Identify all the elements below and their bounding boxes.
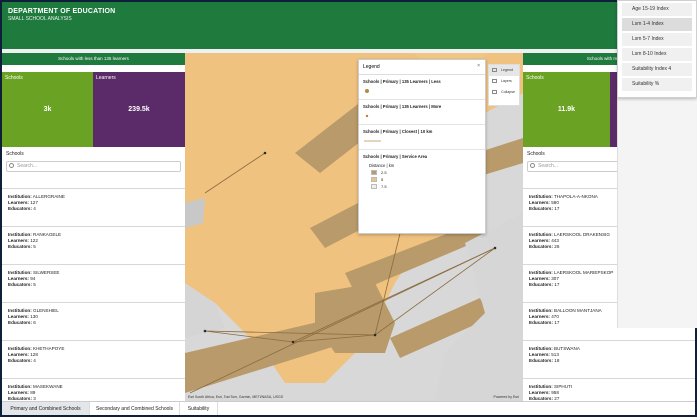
- swatch-icon: [371, 170, 377, 175]
- left-schools-tile: Schools 3k: [2, 72, 93, 147]
- point-symbol-icon: [363, 87, 481, 95]
- legend-section-less: Schools | Primary | 135 Learners | Less: [359, 75, 485, 100]
- close-icon[interactable]: ×: [477, 63, 480, 69]
- search-icon: [9, 163, 14, 168]
- legend-section-title: Schools | Primary | Closest | 10 km: [363, 129, 433, 134]
- dropdown-option[interactable]: Suitability %: [622, 78, 692, 91]
- left-kpi-tiles: Schools 3k Learners 239.5k: [2, 72, 185, 147]
- legend-icon: [492, 68, 497, 72]
- right-schools-tile: Schools 11.9k: [523, 72, 610, 147]
- list-item[interactable]: Institution: SIPHUTI Learners: 958 Educato…: [523, 378, 695, 401]
- tile-value: 3k: [43, 106, 52, 113]
- tile-value: 239.5k: [128, 106, 150, 113]
- legend-section-service-area: Schools | Primary | Service Area Distanc…: [359, 150, 485, 195]
- header-subtitle: SMALL SCHOOL ANALYSIS: [8, 16, 72, 22]
- legend-row: 2.5: [371, 170, 481, 175]
- distance-label: Distance | km: [369, 163, 395, 168]
- line-symbol-icon: [363, 137, 481, 145]
- search-placeholder: Search...: [17, 163, 38, 169]
- legend-section-title: Schools | Primary | 135 Learners | Less: [363, 79, 441, 84]
- left-search-input[interactable]: Search...: [6, 161, 181, 172]
- tab-primary-combined[interactable]: Primary and Combined Schools: [2, 402, 90, 415]
- dropdown-option[interactable]: Suitability Index 4: [622, 63, 692, 76]
- tab-bar: Primary and Combined Schools Secondary a…: [2, 401, 695, 415]
- search-icon: [530, 163, 535, 168]
- swatch-icon: [371, 184, 377, 189]
- tile-label: Schools: [5, 75, 23, 81]
- search-placeholder: Search...: [538, 163, 559, 169]
- layers-tool-button[interactable]: Layers: [489, 76, 519, 87]
- list-item[interactable]: Institution: BUTSWANA Learners: 513 Educat…: [523, 340, 695, 378]
- list-item[interactable]: Institution: KHETHAPOYE Learners: 128 Educ…: [2, 340, 185, 378]
- dropdown-option-selected[interactable]: Lsm 1-4 Index: [622, 18, 692, 31]
- list-item[interactable]: Institution: ALLERGRAINE Learners: 127 Edu…: [2, 188, 185, 226]
- legend-section-title: Schools | Primary | Service Area: [363, 154, 428, 159]
- left-school-list[interactable]: Institution: ALLERGRAINE Learners: 127 Edu…: [2, 188, 185, 401]
- dropdown-option[interactable]: Lsm 8-10 Index: [622, 48, 692, 61]
- app-frame: DEPARTMENT OF EDUCATION SMALL SCHOOL ANA…: [0, 0, 697, 417]
- list-item[interactable]: Institution: GLENSHIEL Learners: 130 Educa…: [2, 302, 185, 340]
- tab-secondary-combined[interactable]: Secondary and Combined Schools: [90, 402, 180, 415]
- list-item[interactable]: Institution: SILWERSEE Learners: 94 Educat…: [2, 264, 185, 302]
- side-blank-area: [617, 98, 697, 328]
- dropdown-option[interactable]: Age 15-19 Index: [622, 3, 692, 16]
- map-powered-by: Powered by Esri: [493, 395, 519, 399]
- legend-row: 7.5: [371, 184, 481, 189]
- map-attribution: Esri South Africa, Esri, TomTom, Garmin,…: [188, 395, 284, 399]
- left-list-title: Schools: [6, 151, 24, 157]
- legend-row: 5: [371, 177, 481, 182]
- collapse-icon: [492, 90, 497, 94]
- field-dropdown-menu: Age 15-19 Index Lsm 1-4 Index Lsm 5-7 In…: [617, 0, 697, 98]
- legend-section-closest: Schools | Primary | Closest | 10 km: [359, 125, 485, 150]
- legend-title: Legend: [363, 64, 380, 70]
- point-symbol-icon: [363, 112, 481, 120]
- dropdown-option[interactable]: Lsm 5-7 Index: [622, 33, 692, 46]
- left-learners-tile: Learners 239.5k: [93, 72, 185, 147]
- swatch-icon: [371, 177, 377, 182]
- tab-suitability[interactable]: Suitability: [180, 402, 218, 415]
- tile-label: Schools: [526, 75, 544, 81]
- map-widget-toolbar: Legend Layers Collapse: [488, 64, 520, 106]
- tile-label: Learners: [96, 75, 116, 81]
- header-title: DEPARTMENT OF EDUCATION: [8, 8, 116, 15]
- legend-section-more: Schools | Primary | 135 Learners | More: [359, 100, 485, 125]
- left-panel: Schools with less than 135 learners Scho…: [2, 53, 185, 401]
- legend-section-title: Schools | Primary | 135 Learners | More: [363, 104, 442, 109]
- list-item[interactable]: Institution: RANKAGELE Learners: 122 Educa…: [2, 226, 185, 264]
- legend-tool-button[interactable]: Legend: [489, 65, 519, 76]
- list-item[interactable]: Institution: MASEKWANE Learners: 89 Educat…: [2, 378, 185, 401]
- dashboard: DEPARTMENT OF EDUCATION SMALL SCHOOL ANA…: [2, 2, 695, 415]
- layers-icon: [492, 79, 497, 83]
- header-banner: DEPARTMENT OF EDUCATION SMALL SCHOOL ANA…: [2, 2, 622, 49]
- collapse-tool-button[interactable]: Collapse: [489, 87, 519, 98]
- legend-header: Legend ×: [359, 60, 485, 75]
- legend-panel: Legend × Schools | Primary | 135 Learner…: [358, 59, 486, 234]
- tile-value: 11.9k: [557, 106, 576, 113]
- left-panel-title: Schools with less than 135 learners: [2, 53, 185, 65]
